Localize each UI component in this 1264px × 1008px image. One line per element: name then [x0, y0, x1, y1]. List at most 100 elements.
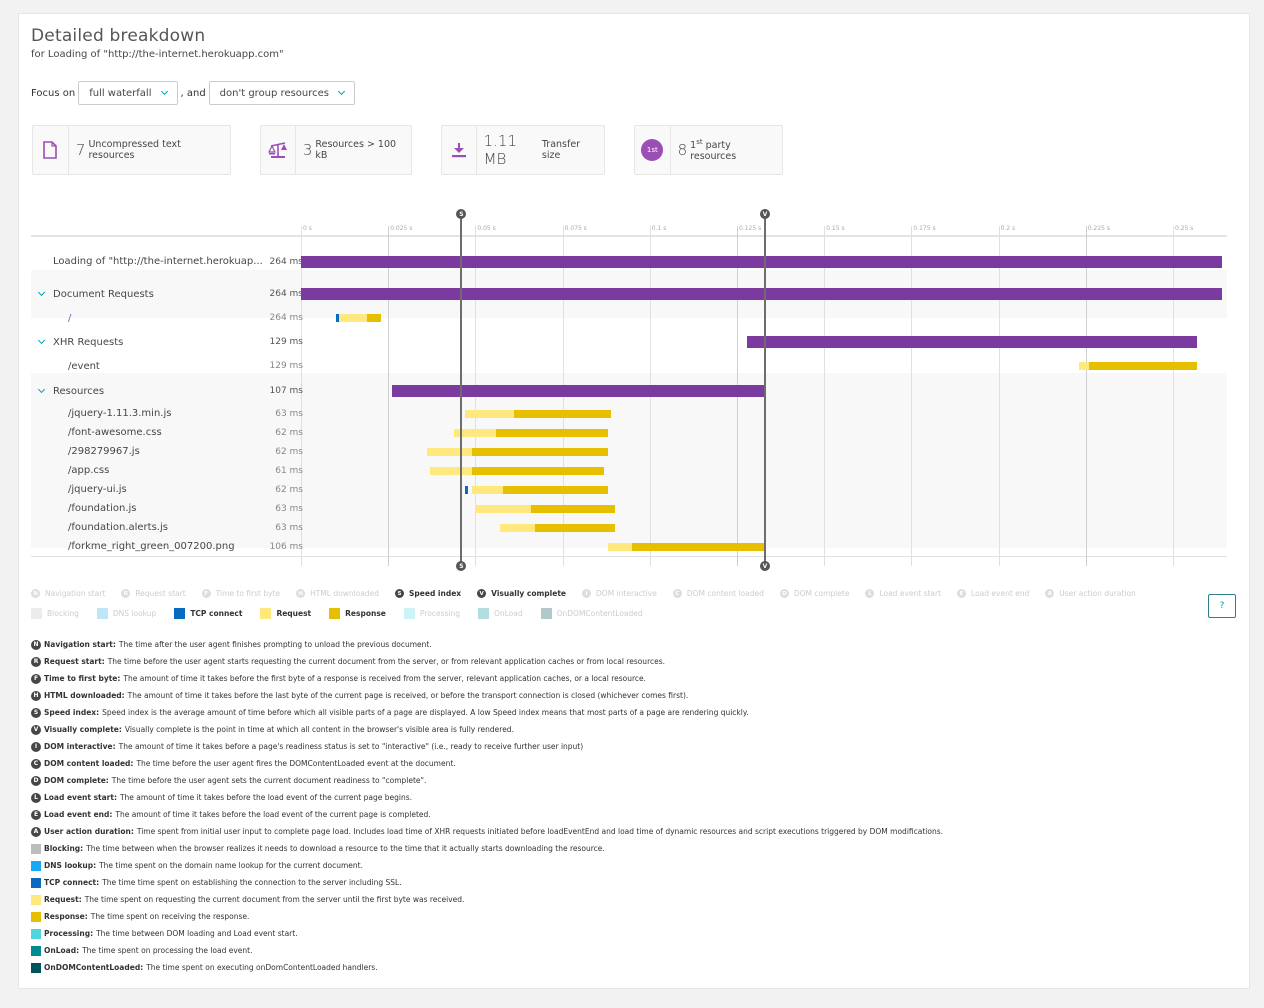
bar-total[interactable] — [747, 336, 1198, 348]
bar-request[interactable] — [1078, 362, 1090, 370]
bar-total[interactable] — [301, 288, 1222, 300]
legend-label: Response — [345, 609, 386, 618]
kpi-first-party[interactable]: 1st 8 1st party resources — [634, 125, 783, 175]
bar-response[interactable] — [503, 485, 608, 494]
legend-marker-load-event-end[interactable]: E Load event end — [957, 589, 1029, 598]
bar-total[interactable] — [301, 255, 1222, 268]
request-start-icon: R — [31, 656, 41, 667]
legend-marker-navigation-start[interactable]: N Navigation start — [31, 589, 105, 598]
description-term: Response: — [44, 912, 88, 921]
row-name[interactable]: /app.css — [68, 465, 109, 476]
kpi-transfer-size[interactable]: 1.11 MB Transfer size — [441, 125, 605, 175]
legend-marker-time-to-first-byte[interactable]: F Time to first byte — [201, 589, 280, 598]
group-row[interactable]: XHR Requests 129 ms — [31, 330, 303, 354]
description-text: The time spent on processing the load ev… — [82, 946, 253, 955]
description-line: D DOM complete: The time before the user a… — [31, 772, 1221, 789]
bar-response[interactable] — [1089, 362, 1198, 370]
description-line: OnLoad: The time spent on processing the … — [31, 942, 1221, 959]
bar-request[interactable] — [426, 447, 472, 456]
group-row[interactable]: Document Requests 264 ms — [31, 282, 303, 306]
row-name[interactable]: XHR Requests — [53, 337, 123, 348]
legend-marker-dom-complete[interactable]: D DOM complete — [779, 589, 849, 598]
chevron-down-icon[interactable] — [37, 336, 46, 345]
bar-request[interactable] — [607, 542, 633, 551]
bar-request[interactable] — [464, 409, 514, 418]
bar-request[interactable] — [471, 485, 504, 494]
legend-marker-html-downloaded[interactable]: H HTML downloaded — [296, 589, 379, 598]
row-name[interactable]: /font-awesome.css — [68, 427, 162, 438]
bar-request[interactable] — [475, 504, 532, 513]
focus-dropdown[interactable]: full waterfall — [78, 81, 178, 105]
group-row[interactable]: Resources 107 ms — [31, 379, 303, 403]
legend-marker-request-start[interactable]: R Request start — [121, 589, 186, 598]
bar-response[interactable] — [632, 542, 765, 551]
row-name: Loading of "http://the-internet.herokuap… — [53, 256, 263, 267]
kpi-uncompressed-text[interactable]: 7 Uncompressed text resources — [32, 125, 231, 175]
kpi-large-resources[interactable]: 3 Resources > 100 kB — [260, 125, 412, 175]
bar-response[interactable] — [531, 504, 615, 513]
description-line: V Visually complete: Visually complete is … — [31, 721, 1221, 738]
bar-request[interactable] — [430, 466, 472, 475]
legend-phase-processing[interactable]: Processing — [403, 608, 460, 619]
legend-phase-tcp-connect[interactable]: TCP connect — [174, 608, 242, 619]
bar-response[interactable] — [496, 428, 608, 437]
row-name[interactable]: /298279967.js — [68, 446, 140, 457]
legend-phase-dns-lookup[interactable]: DNS lookup — [96, 608, 156, 619]
legend-label: Load event start — [879, 589, 942, 598]
legend-marker-speed-index[interactable]: S Speed index — [395, 589, 461, 598]
legend-marker-visually-complete[interactable]: V Visually complete — [477, 589, 566, 598]
kpi-label: Resources > 100 kB — [315, 139, 397, 161]
visually-complete-marker-icon[interactable]: V — [759, 561, 770, 571]
description-term: HTML downloaded: — [44, 691, 125, 700]
description-line: Request: The time spent on requesting the… — [31, 891, 1221, 908]
bar-tcp[interactable] — [464, 485, 469, 494]
action-row: Loading of "http://the-internet.herokuap… — [31, 252, 303, 271]
legend-phase-response[interactable]: Response — [329, 608, 386, 619]
row-name[interactable]: /jquery-ui.js — [68, 484, 127, 495]
row-name[interactable]: Document Requests — [53, 289, 154, 300]
bar-response[interactable] — [367, 314, 382, 322]
legend-phase-onload[interactable]: OnLoad — [477, 608, 523, 619]
row-name[interactable]: /foundation.js — [68, 503, 136, 514]
row-name[interactable]: / — [68, 313, 71, 324]
legend-marker-load-event-start[interactable]: L Load event start — [865, 589, 941, 598]
row-name[interactable]: /foundation.alerts.js — [68, 522, 168, 533]
help-button[interactable]: ? — [1208, 594, 1236, 618]
bar-request[interactable] — [339, 314, 368, 322]
description-term: User action duration: — [44, 827, 134, 836]
legend-label: User action duration — [1059, 589, 1136, 598]
bar-total[interactable] — [391, 385, 765, 397]
navigation-start-icon: N — [31, 639, 41, 650]
group-dropdown-value: don't group resources — [219, 87, 330, 99]
description-text: The time before the user agent fires the… — [136, 759, 456, 768]
row-name[interactable]: Resources — [53, 386, 104, 397]
visually-complete-marker-icon[interactable]: V — [759, 209, 770, 219]
description-line: A User action duration: Time spent from in… — [31, 823, 1221, 840]
speed-index-marker-icon[interactable]: S — [456, 561, 467, 571]
legend-phase-blocking[interactable]: Blocking — [31, 608, 79, 619]
description-line: E Load event end: The amount of time it ta… — [31, 806, 1221, 823]
legend-phase-request[interactable]: Request — [260, 608, 311, 619]
row-duration: 63 ms — [275, 408, 303, 419]
request-row: /foundation.alerts.js 63 ms — [31, 518, 303, 537]
row-name[interactable]: /forkme_right_green_007200.png — [68, 541, 235, 552]
legend-marker-user-action-duration[interactable]: A User action duration — [1045, 589, 1136, 598]
legend-marker-dom-content-loaded[interactable]: C DOM content loaded — [672, 589, 764, 598]
request-row: / 264 ms — [31, 306, 303, 330]
legend-phase-ondomcontentloaded[interactable]: OnDOMContentLoaded — [540, 608, 643, 619]
row-name[interactable]: /jquery-1.11.3.min.js — [68, 408, 171, 419]
row-name[interactable]: /event — [68, 361, 100, 372]
document-icon — [33, 126, 69, 174]
gridline — [388, 226, 390, 566]
legend-marker-dom-interactive[interactable]: I DOM interactive — [582, 589, 657, 598]
description-text: The amount of time it takes before the l… — [127, 691, 689, 700]
bar-response[interactable] — [534, 523, 615, 532]
bar-request[interactable] — [499, 523, 535, 532]
bar-response[interactable] — [471, 447, 608, 456]
chevron-down-icon[interactable] — [37, 288, 46, 297]
chevron-down-icon[interactable] — [37, 385, 46, 394]
group-dropdown[interactable]: don't group resources — [208, 81, 356, 105]
bar-response[interactable] — [471, 466, 605, 475]
bar-response[interactable] — [513, 409, 612, 418]
speed-index-marker-icon[interactable]: S — [456, 209, 467, 219]
